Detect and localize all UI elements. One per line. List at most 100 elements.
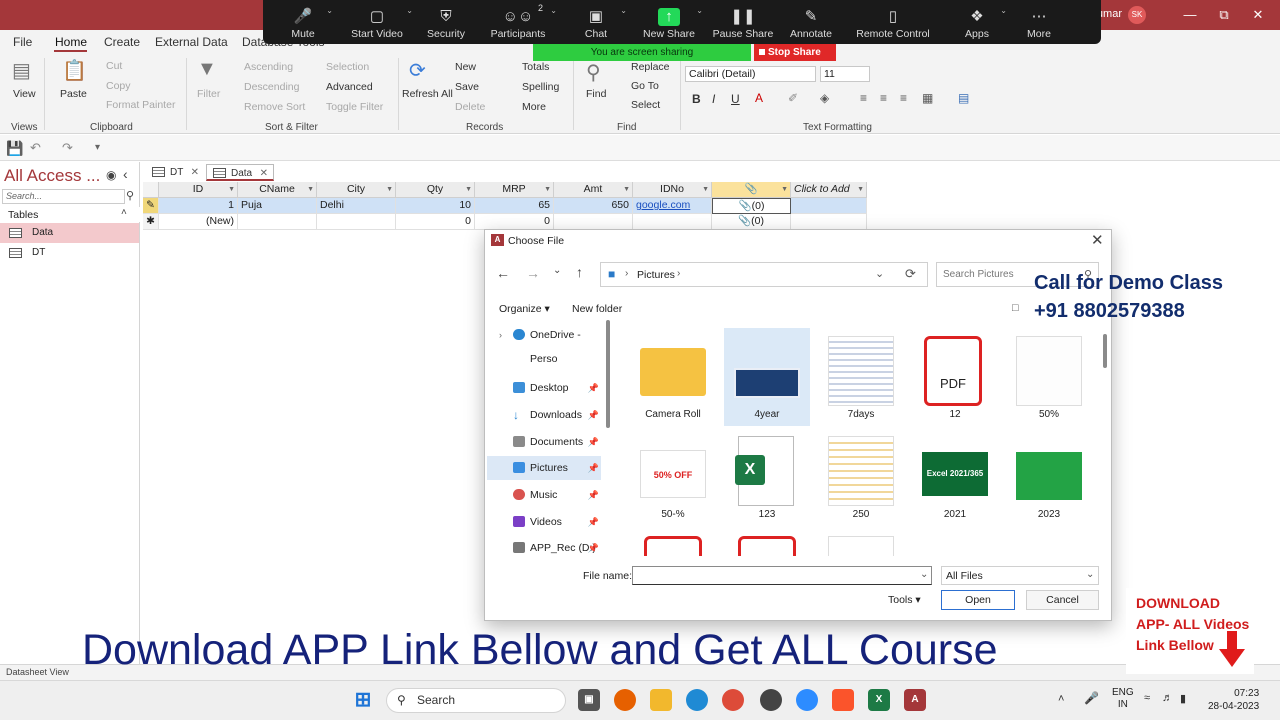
- tab-file[interactable]: File: [13, 35, 32, 49]
- cell-cname[interactable]: [238, 214, 317, 230]
- tab-create[interactable]: Create: [104, 35, 140, 49]
- fill-color-icon[interactable]: ◈: [820, 91, 829, 105]
- excel-icon[interactable]: X: [868, 689, 890, 711]
- chevron-down-icon[interactable]: ⌄: [920, 569, 928, 580]
- chevron-down-icon[interactable]: ⌄: [1086, 569, 1094, 580]
- find-button[interactable]: Find: [586, 88, 606, 100]
- cell-attachment[interactable]: 📎(0): [712, 198, 791, 214]
- file-view-scrollbar[interactable]: [1103, 334, 1107, 368]
- chevron-down-icon[interactable]: ▼: [228, 182, 235, 197]
- chevron-down-icon[interactable]: ⌄: [550, 6, 557, 15]
- hyperlink[interactable]: google.com: [636, 199, 690, 211]
- save-icon[interactable]: 💾: [6, 140, 23, 157]
- pin-icon[interactable]: 📌: [588, 456, 599, 480]
- column-header-mrp[interactable]: MRP ▼: [475, 182, 554, 198]
- view-options-icon[interactable]: □: [1012, 302, 1019, 314]
- sidebar-item-music[interactable]: Music 📌: [487, 483, 601, 507]
- participants-button[interactable]: ☺☺ Participants 2 ⌄: [475, 0, 561, 44]
- file-tile-image[interactable]: [818, 528, 904, 556]
- align-center-icon[interactable]: ≡: [880, 91, 887, 105]
- volume-icon[interactable]: ♬: [1162, 692, 1173, 704]
- breadcrumb[interactable]: Pictures: [637, 269, 675, 281]
- language-indicator[interactable]: ENG IN: [1112, 687, 1134, 711]
- copy-button[interactable]: Copy: [106, 80, 131, 92]
- file-tile-7days[interactable]: 7days: [818, 328, 904, 426]
- view-button[interactable]: View: [13, 88, 36, 100]
- sidebar-item-documents[interactable]: Documents 📌: [487, 430, 601, 454]
- chat-button[interactable]: ▣ Chat ⌄: [561, 0, 631, 44]
- file-tile-123[interactable]: X 123: [724, 428, 810, 526]
- alternate-row-color-icon[interactable]: ▤: [958, 91, 969, 105]
- font-color-icon[interactable]: A: [755, 91, 763, 105]
- gridlines-icon[interactable]: ▦: [922, 91, 933, 105]
- cell-city[interactable]: [317, 214, 396, 230]
- descending-button[interactable]: Descending: [244, 81, 299, 93]
- chevron-down-icon[interactable]: ▼: [623, 182, 630, 197]
- file-explorer-icon[interactable]: [650, 689, 672, 711]
- align-left-icon[interactable]: ≡: [860, 91, 867, 105]
- tab-external-data[interactable]: External Data: [155, 35, 228, 49]
- sidebar-item-pictures[interactable]: Pictures 📌: [487, 456, 601, 480]
- pin-icon[interactable]: 📌: [588, 536, 599, 560]
- highlight-icon[interactable]: ✐: [788, 91, 798, 105]
- wifi-icon[interactable]: ≈: [1144, 692, 1150, 704]
- cut-button[interactable]: Cut: [106, 60, 122, 72]
- cell-click-to-add[interactable]: [791, 198, 867, 214]
- align-right-icon[interactable]: ≡: [900, 91, 907, 105]
- chevron-down-icon[interactable]: ▼: [465, 182, 472, 197]
- address-bar[interactable]: ■ › Pictures › ⌄ ⟳: [600, 262, 928, 287]
- file-tile-250[interactable]: 250: [818, 428, 904, 526]
- obs-icon[interactable]: [760, 689, 782, 711]
- cell-amt[interactable]: [554, 214, 633, 230]
- chevron-up-icon[interactable]: ˄: [1058, 693, 1064, 705]
- cell-qty[interactable]: 10: [396, 198, 475, 214]
- chevron-down-icon[interactable]: ⌄: [620, 6, 627, 15]
- pause-share-button[interactable]: ❚❚ Pause Share: [707, 0, 779, 44]
- customize-toolbar-icon[interactable]: ▾: [95, 142, 100, 153]
- filter-icon[interactable]: ▼: [197, 58, 217, 81]
- remove-sort-button[interactable]: Remove Sort: [244, 101, 305, 113]
- table-row[interactable]: ✎ 1 Puja Delhi 10 65 650 google.com 📎(0): [143, 198, 867, 214]
- cancel-button[interactable]: Cancel: [1026, 590, 1099, 610]
- toggle-filter-button[interactable]: Toggle Filter: [326, 101, 383, 113]
- column-header-amt[interactable]: Amt ▼: [554, 182, 633, 198]
- paste-button[interactable]: Paste: [60, 88, 87, 100]
- file-tile-50-percent[interactable]: 50%: [1006, 328, 1092, 426]
- restore-icon[interactable]: ⧉: [1206, 0, 1242, 30]
- nav-options-icon[interactable]: ◉: [106, 168, 116, 182]
- close-icon[interactable]: ✕: [1240, 0, 1276, 30]
- close-icon[interactable]: ✕: [260, 165, 268, 182]
- cell-id[interactable]: (New): [159, 214, 238, 230]
- find-icon[interactable]: ⚲: [586, 60, 601, 85]
- annotate-button[interactable]: ✎ Annotate: [779, 0, 843, 44]
- file-name-input[interactable]: [632, 566, 932, 585]
- chevron-down-icon[interactable]: ▼: [307, 182, 314, 197]
- italic-icon[interactable]: I: [712, 92, 715, 106]
- sidebar-item-downloads[interactable]: ↓ Downloads 📌: [487, 403, 601, 427]
- nav-item-dt[interactable]: DT: [0, 243, 139, 263]
- access-icon[interactable]: A: [904, 689, 926, 711]
- cell-city[interactable]: Delhi: [317, 198, 396, 214]
- file-tile-50-dash[interactable]: 50% OFF 50-%: [630, 428, 716, 526]
- new-share-button[interactable]: ↑ New Share ⌄: [631, 0, 707, 44]
- selection-button[interactable]: Selection: [326, 61, 369, 73]
- column-header-city[interactable]: City ▼: [317, 182, 396, 198]
- column-header-idno[interactable]: IDNo ▼: [633, 182, 712, 198]
- clock[interactable]: 07:23 28-04-2023: [1208, 687, 1259, 713]
- pin-icon[interactable]: 📌: [588, 430, 599, 454]
- table-row[interactable]: ✱ (New) 0 0 📎(0): [143, 214, 867, 230]
- security-button[interactable]: ⛨ Security: [417, 0, 475, 44]
- format-painter-button[interactable]: Format Painter: [106, 99, 175, 111]
- row-selector-new[interactable]: ✱: [143, 214, 159, 230]
- start-video-button[interactable]: ▢ Start Video ⌄: [337, 0, 417, 44]
- chevron-down-icon[interactable]: ⌄: [875, 267, 884, 280]
- file-tile-4year[interactable]: 4year: [724, 328, 810, 426]
- chevron-down-icon[interactable]: ⌄: [406, 6, 413, 15]
- bold-icon[interactable]: B: [692, 92, 701, 106]
- cell-mrp[interactable]: 65: [475, 198, 554, 214]
- refresh-icon[interactable]: ⟳: [905, 266, 916, 282]
- tab-home[interactable]: Home: [55, 35, 87, 49]
- chrome-icon[interactable]: [722, 689, 744, 711]
- sidebar-item-onedrive[interactable]: › OneDrive - Perso: [487, 323, 601, 365]
- spelling-button[interactable]: Spelling: [522, 81, 559, 93]
